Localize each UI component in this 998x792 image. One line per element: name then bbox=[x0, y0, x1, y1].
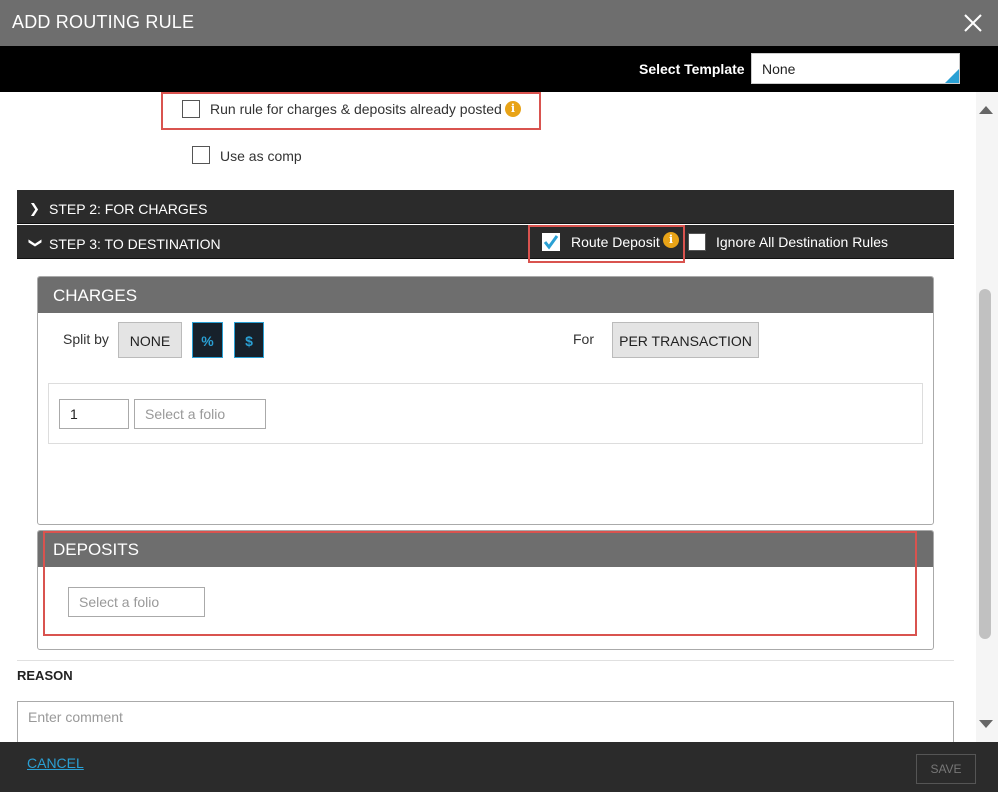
checkmark-icon bbox=[543, 235, 559, 250]
split-percent-button[interactable]: % bbox=[192, 322, 223, 358]
deposits-highlight bbox=[43, 531, 917, 636]
step2-label: STEP 2: FOR CHARGES bbox=[49, 201, 208, 217]
route-deposit-label: Route Deposit bbox=[571, 234, 660, 250]
reason-textarea[interactable]: Enter comment bbox=[17, 701, 954, 742]
route-deposit-checkbox[interactable] bbox=[542, 233, 560, 251]
for-label: For bbox=[573, 331, 594, 347]
template-bar: Select Template None bbox=[0, 46, 998, 92]
run-rule-checkbox[interactable] bbox=[182, 100, 200, 118]
divider bbox=[17, 660, 954, 661]
split-none-button[interactable]: NONE bbox=[118, 322, 182, 358]
scroll-down-icon[interactable] bbox=[979, 720, 993, 728]
reason-placeholder: Enter comment bbox=[28, 709, 123, 725]
dialog-title-bar: ADD ROUTING RULE bbox=[0, 0, 998, 46]
select-template-label: Select Template bbox=[639, 61, 745, 77]
per-transaction-button[interactable]: PER TRANSACTION bbox=[612, 322, 759, 358]
step3-label: STEP 3: TO DESTINATION bbox=[49, 236, 221, 252]
template-select[interactable]: None bbox=[751, 53, 960, 84]
quantity-input[interactable]: 1 bbox=[59, 399, 129, 429]
save-button[interactable]: SAVE bbox=[916, 754, 976, 784]
dialog-footer: CANCEL SAVE bbox=[0, 742, 998, 792]
use-as-comp-label: Use as comp bbox=[220, 148, 302, 164]
scroll-thumb[interactable] bbox=[979, 289, 991, 639]
deposits-folio-select[interactable]: Select a folio bbox=[68, 587, 205, 617]
split-by-label: Split by bbox=[63, 331, 109, 347]
template-select-value: None bbox=[762, 61, 796, 77]
reason-label: REASON bbox=[17, 668, 73, 683]
ignore-rules-label: Ignore All Destination Rules bbox=[716, 234, 888, 250]
dropdown-corner-icon bbox=[945, 69, 959, 83]
chevron-down-icon: ❯ bbox=[28, 237, 44, 249]
cancel-button[interactable]: CANCEL bbox=[27, 755, 84, 771]
dialog-title: ADD ROUTING RULE bbox=[12, 12, 195, 32]
charges-folio-select[interactable]: Select a folio bbox=[134, 399, 266, 429]
scrollbar[interactable] bbox=[976, 92, 998, 742]
use-as-comp-checkbox[interactable] bbox=[192, 146, 210, 164]
charges-heading: CHARGES bbox=[38, 277, 933, 313]
info-icon[interactable]: i bbox=[505, 101, 521, 117]
run-rule-label: Run rule for charges & deposits already … bbox=[210, 101, 502, 117]
ignore-rules-checkbox[interactable] bbox=[688, 233, 706, 251]
close-icon[interactable] bbox=[962, 12, 984, 34]
split-dollar-button[interactable]: $ bbox=[234, 322, 264, 358]
step2-header[interactable]: ❯ STEP 2: FOR CHARGES bbox=[17, 190, 954, 224]
chevron-right-icon: ❯ bbox=[29, 201, 40, 216]
route-deposit-info-icon[interactable]: i bbox=[663, 232, 679, 248]
scroll-up-icon[interactable] bbox=[979, 106, 993, 114]
